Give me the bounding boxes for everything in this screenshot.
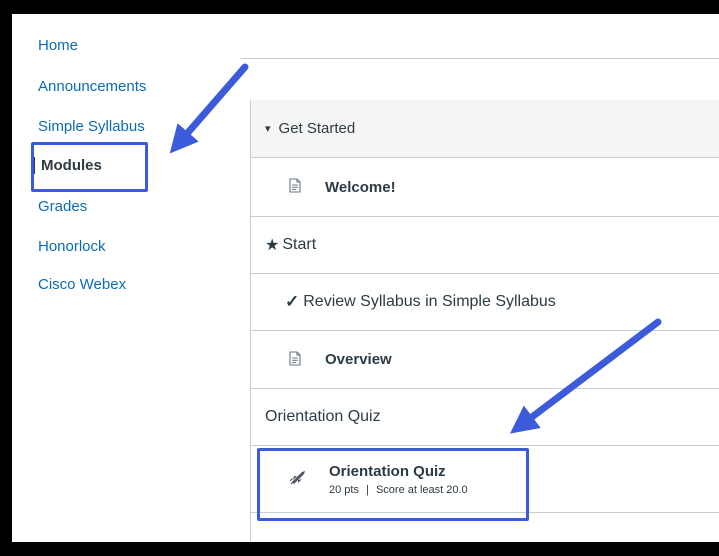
nav-link-announcements[interactable]: Announcements — [38, 78, 146, 95]
star-icon: ★ — [265, 237, 280, 254]
nav-link-cisco-webex[interactable]: Cisco Webex — [38, 276, 126, 293]
collapse-triangle-icon[interactable]: ▾ — [265, 122, 271, 135]
content-top-divider — [240, 58, 719, 59]
module-item-title[interactable]: Welcome! — [325, 179, 396, 196]
module-subheader-review-syllabus: ✓ Review Syllabus in Simple Syllabus — [251, 274, 719, 331]
module-title: Get Started — [278, 120, 356, 137]
module-item-title[interactable]: Overview — [325, 351, 392, 368]
subheader-title: Orientation Quiz — [265, 408, 381, 425]
module-subheader-start: ★ Start — [251, 217, 719, 274]
quiz-points: 20 pts — [329, 483, 359, 496]
meta-separator: | — [366, 483, 369, 496]
quiz-meta: 20 pts | Score at least 20.0 — [329, 484, 468, 496]
module-item-title[interactable]: Orientation Quiz — [329, 463, 468, 480]
arrow-to-modules — [169, 63, 249, 154]
module-header-get-started[interactable]: ▾ Get Started — [251, 100, 719, 158]
module-subheader-orientation-quiz: Orientation Quiz — [251, 389, 719, 446]
nav-link-honorlock[interactable]: Honorlock — [38, 238, 106, 255]
checkmark-icon: ✓ — [285, 292, 300, 311]
nav-link-home[interactable]: Home — [38, 37, 78, 54]
canvas-window: Home Announcements Simple Syllabus Modul… — [12, 14, 719, 542]
rocket-quiz-icon — [289, 469, 307, 490]
quiz-details: Orientation Quiz 20 pts | Score at least… — [329, 463, 468, 496]
subheader-title: Review Syllabus in Simple Syllabus — [303, 293, 556, 310]
quiz-requirement: Score at least 20.0 — [375, 483, 468, 496]
module-item-welcome[interactable]: Welcome! — [251, 158, 719, 217]
nav-link-grades[interactable]: Grades — [38, 198, 87, 215]
document-icon — [289, 178, 301, 198]
modules-list: ▾ Get Started Welcome! ★ Start ✓ Review … — [250, 100, 719, 542]
nav-link-modules[interactable]: Modules — [33, 157, 102, 174]
nav-link-simple-syllabus[interactable]: Simple Syllabus — [38, 118, 145, 135]
subheader-title: Start — [282, 236, 317, 253]
module-item-orientation-quiz[interactable]: Orientation Quiz 20 pts | Score at least… — [251, 446, 719, 513]
module-item-overview[interactable]: Overview — [251, 331, 719, 389]
document-icon — [289, 350, 301, 371]
